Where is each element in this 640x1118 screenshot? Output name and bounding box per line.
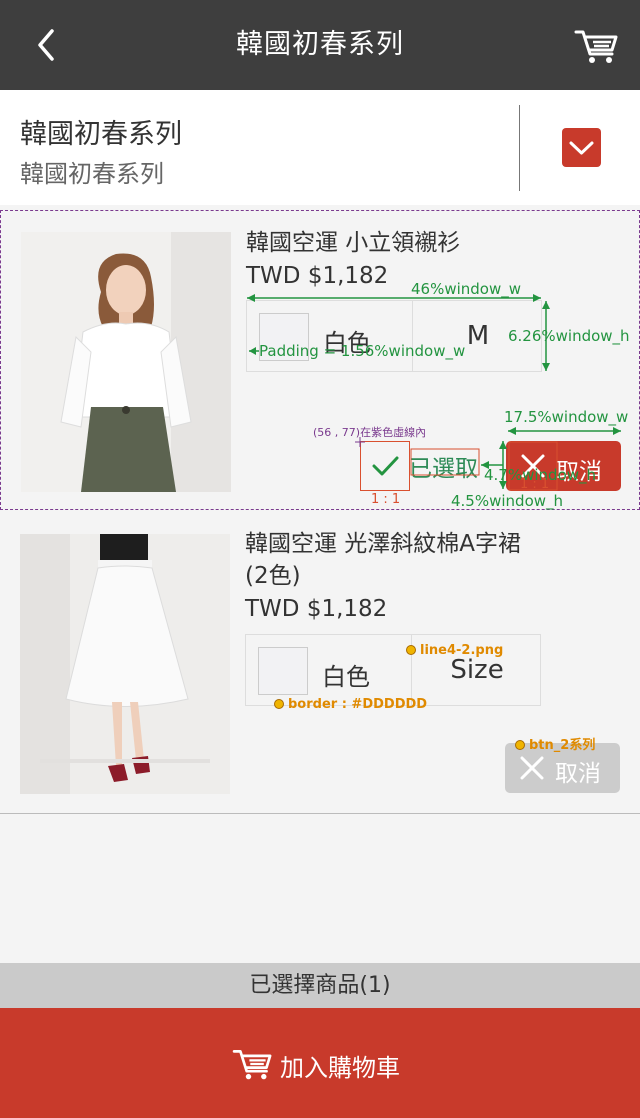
category-subtitle: 韓國初春系列: [20, 160, 164, 188]
cancel-label: 取消: [555, 761, 601, 787]
add-to-cart-button[interactable]: 加入購物車: [0, 1008, 640, 1118]
annotation-height-626: 6.26%window_h: [508, 327, 630, 345]
divider: [519, 105, 520, 191]
annotation-width-46: 46%window_w: [411, 280, 522, 298]
annotation-padding: Padding = 1.56%window_w: [259, 342, 466, 360]
add-to-cart-label: 加入購物車: [280, 1054, 400, 1082]
annotation-ratio-button: 1 : 1: [520, 477, 550, 492]
dropdown-button[interactable]: [562, 128, 601, 167]
tag-text: btn_2系列: [529, 738, 596, 753]
page-title: 韓國初春系列: [236, 29, 404, 60]
product-name: 韓國空運 光澤斜紋棉A字裙: [245, 531, 522, 557]
category-title: 韓國初春系列: [20, 119, 182, 150]
cart-icon[interactable]: [574, 26, 620, 66]
color-label: 白色: [322, 663, 370, 691]
tag-dot: [515, 740, 525, 750]
annotation-tag-line: line4-2.png: [406, 643, 503, 658]
tag-dot: [274, 699, 284, 709]
selected-count-bar[interactable]: 已選擇商品(1): [0, 963, 640, 1008]
annotation-width-175: 17.5%window_w: [504, 408, 629, 426]
product-name-variant: (2色): [245, 563, 301, 589]
annotation-ratio-check: 1 : 1: [371, 492, 401, 507]
category-selector[interactable]: 韓國初春系列 韓國初春系列: [0, 90, 640, 205]
size-label[interactable]: Size: [412, 655, 542, 685]
product-price: TWD $1,182: [245, 596, 388, 622]
product-item-2[interactable]: 韓國空運 光澤斜紋棉A字裙 (2色) TWD $1,182 白色 Size 取消…: [0, 512, 640, 814]
product-photo-skirt[interactable]: [20, 534, 230, 794]
cart-icon: [232, 1050, 272, 1080]
tag-text: border : #DDDDDD: [288, 697, 428, 712]
annotation-coordinate: (56 , 77)在紫色虛線內: [313, 426, 427, 439]
close-icon: [520, 756, 544, 780]
tag-text: line4-2.png: [420, 643, 504, 658]
annotation-lines: [247, 294, 621, 491]
annotation-height-45: 4.5%window_h: [451, 492, 564, 510]
top-bar: 韓國初春系列: [0, 0, 640, 90]
product-item-1[interactable]: 韓國空運 小立領襯衫 TWD $1,182 白色 M 已選取 取消 46%win…: [0, 210, 640, 510]
chevron-down-icon: [569, 141, 594, 155]
annotation-tag-border: border : #DDDDDD: [274, 697, 427, 712]
annotation-tag-button: btn_2系列: [515, 734, 595, 753]
color-swatch: [258, 647, 308, 695]
tag-dot: [406, 645, 416, 655]
